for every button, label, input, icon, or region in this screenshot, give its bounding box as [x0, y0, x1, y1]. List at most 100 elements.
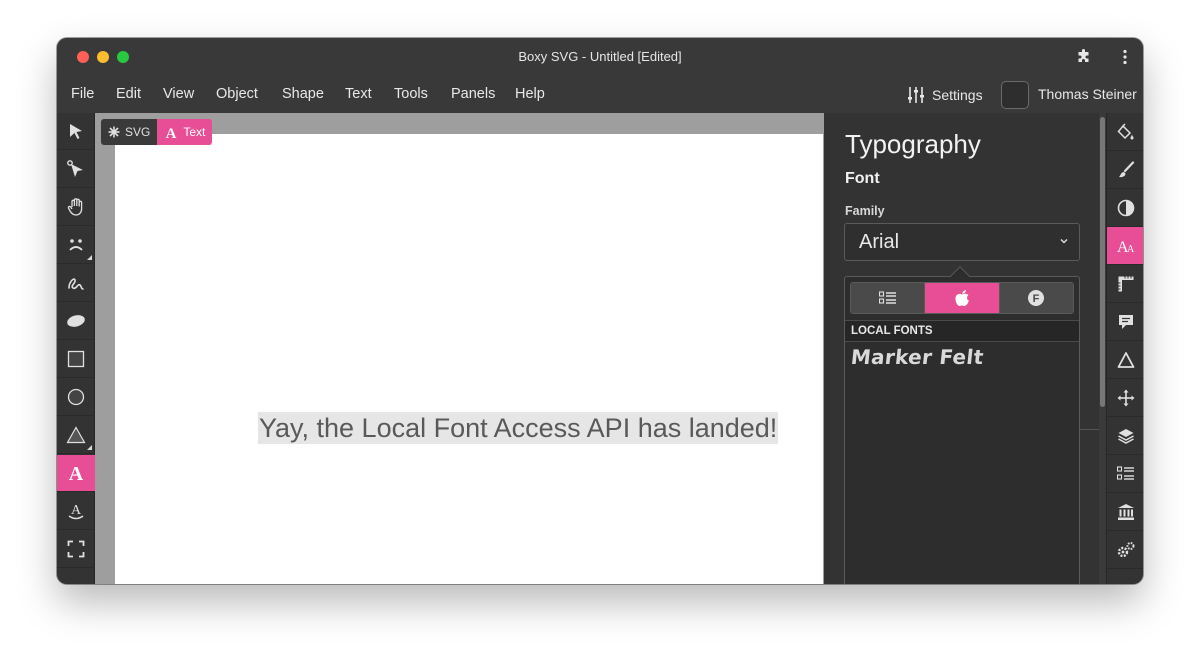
- chevron-down-icon: [1060, 239, 1068, 244]
- artboard[interactable]: Yay, the Local Font Access API has lande…: [115, 134, 823, 584]
- typography-panel-button[interactable]: AA: [1107, 227, 1143, 265]
- library-panel-button[interactable]: [1107, 493, 1143, 531]
- menu-file[interactable]: File: [71, 86, 94, 102]
- edit-tool-button[interactable]: [57, 151, 95, 188]
- list-icon: [878, 291, 896, 304]
- rectangle-icon: [67, 350, 85, 368]
- menu-panels[interactable]: Panels: [451, 86, 495, 102]
- typography-panel: Typography Font Family Arial F LOCAL FON…: [824, 113, 1106, 584]
- arrangement-panel-button[interactable]: [1107, 417, 1143, 455]
- menu-edit[interactable]: Edit: [116, 86, 141, 102]
- avatar[interactable]: [1001, 81, 1029, 109]
- panel-scrollbar-thumb[interactable]: [1100, 117, 1105, 407]
- tab-font-list[interactable]: [851, 283, 926, 313]
- menu-help[interactable]: Help: [515, 86, 545, 102]
- sliders-icon: [908, 87, 924, 103]
- canvas-text-element[interactable]: Yay, the Local Font Access API has lande…: [258, 412, 779, 444]
- text-path-tool-button[interactable]: A: [57, 493, 95, 530]
- family-label: Family: [845, 204, 885, 218]
- blob-tool-button[interactable]: [57, 303, 95, 340]
- panel-divider: [1080, 429, 1100, 430]
- blob-icon: [67, 315, 85, 327]
- tool-submenu-indicator: [87, 255, 92, 260]
- font-section-title: Font: [845, 170, 880, 187]
- compositing-panel-button[interactable]: [1107, 189, 1143, 227]
- freehand-tool-button[interactable]: [57, 265, 95, 302]
- squiggle-icon: [68, 278, 84, 290]
- settings-label: Settings: [932, 87, 983, 103]
- user-name[interactable]: Thomas Steiner: [1038, 86, 1137, 102]
- ruler-corner-icon: [1118, 276, 1133, 291]
- triangle-tool-button[interactable]: [57, 417, 95, 454]
- text-a-icon: A: [69, 463, 84, 483]
- canvas-area[interactable]: Yay, the Local Font Access API has lande…: [95, 113, 824, 584]
- menu-shape[interactable]: Shape: [282, 86, 324, 102]
- svg-text:A: A: [166, 126, 177, 139]
- geometry-panel-button[interactable]: [1107, 265, 1143, 303]
- apple-icon: [955, 290, 969, 307]
- transform-panel-button[interactable]: [1107, 379, 1143, 417]
- svg-text:A: A: [71, 503, 82, 518]
- font-family-value: Arial: [859, 231, 900, 253]
- more-vertical-icon[interactable]: [1115, 47, 1135, 67]
- menu-bar: File Edit View Object Shape Text Tools P…: [57, 76, 1143, 113]
- triangle-icon: [66, 426, 86, 444]
- frame-corners-icon: [67, 540, 85, 558]
- font-family-select[interactable]: Arial: [844, 223, 1080, 261]
- paint-bucket-icon: [1116, 122, 1133, 139]
- menu-tools[interactable]: Tools: [394, 86, 428, 102]
- panel-title: Typography: [845, 129, 981, 159]
- font-list-item[interactable]: Marker Felt: [850, 345, 985, 369]
- menu-text[interactable]: Text: [345, 86, 372, 102]
- brush-icon: [1118, 160, 1134, 177]
- elements-panel-button[interactable]: [1107, 455, 1143, 493]
- triangle-outline-icon: [1117, 351, 1134, 368]
- app-window: Boxy SVG - Untitled [Edited] File Edit V…: [57, 38, 1143, 584]
- fill-panel-button[interactable]: [1107, 113, 1143, 151]
- element-breadcrumb: SVG A Text: [101, 119, 213, 145]
- breadcrumb-text[interactable]: A Text: [157, 119, 213, 145]
- svg-text:A: A: [1127, 244, 1135, 255]
- bank-icon: [1117, 503, 1134, 520]
- tab-local-fonts[interactable]: [925, 283, 1000, 313]
- tool-submenu-indicator: [87, 445, 92, 450]
- defs-panel-button[interactable]: [1107, 341, 1143, 379]
- crop-tool-button[interactable]: [57, 531, 95, 568]
- layers-icon: [1117, 428, 1134, 444]
- text-a-icon: A: [166, 126, 177, 139]
- pan-tool-button[interactable]: [57, 189, 95, 226]
- generators-panel-button[interactable]: [1107, 531, 1143, 569]
- settings-button[interactable]: Settings: [907, 82, 983, 108]
- local-fonts-header: LOCAL FONTS: [845, 320, 1079, 342]
- symbol-tool-button[interactable]: [57, 227, 95, 264]
- transform-tool-button[interactable]: [57, 113, 95, 150]
- rect-tool-button[interactable]: [57, 341, 95, 378]
- panel-scrollbar[interactable]: [1099, 113, 1106, 584]
- left-toolbar: A A: [57, 113, 95, 584]
- text-tool-button[interactable]: A: [57, 455, 95, 492]
- comment-icon: [1118, 314, 1133, 329]
- extensions-puzzle-icon[interactable]: [1074, 47, 1094, 67]
- asterisk-icon: [108, 126, 120, 138]
- breadcrumb-svg[interactable]: SVG: [101, 119, 158, 145]
- font-picker-popup: F LOCAL FONTS Marker Felt: [844, 266, 1080, 584]
- pointer-arrow-icon: [70, 124, 82, 139]
- font-source-tabs: F: [850, 282, 1074, 314]
- breadcrumb-svg-label: SVG: [125, 125, 151, 139]
- menu-object[interactable]: Object: [216, 86, 258, 102]
- tab-google-fonts[interactable]: F: [999, 283, 1073, 313]
- menu-view[interactable]: View: [163, 86, 194, 102]
- meta-panel-button[interactable]: [1107, 303, 1143, 341]
- window-title: Boxy SVG - Untitled [Edited]: [518, 49, 682, 64]
- title-bar: Boxy SVG - Untitled [Edited]: [57, 38, 1143, 76]
- hand-icon: [67, 198, 83, 216]
- stroke-panel-button[interactable]: [1107, 151, 1143, 189]
- breadcrumb-text-label: Text: [183, 125, 206, 139]
- typography-icon: AA: [1117, 239, 1135, 255]
- svg-text:A: A: [69, 463, 84, 483]
- face-symbol-icon: [69, 239, 83, 251]
- ellipse-tool-button[interactable]: [57, 379, 95, 416]
- contrast-icon: [1117, 199, 1134, 216]
- gears-icon: [1117, 541, 1134, 557]
- svg-text:F: F: [1033, 293, 1040, 305]
